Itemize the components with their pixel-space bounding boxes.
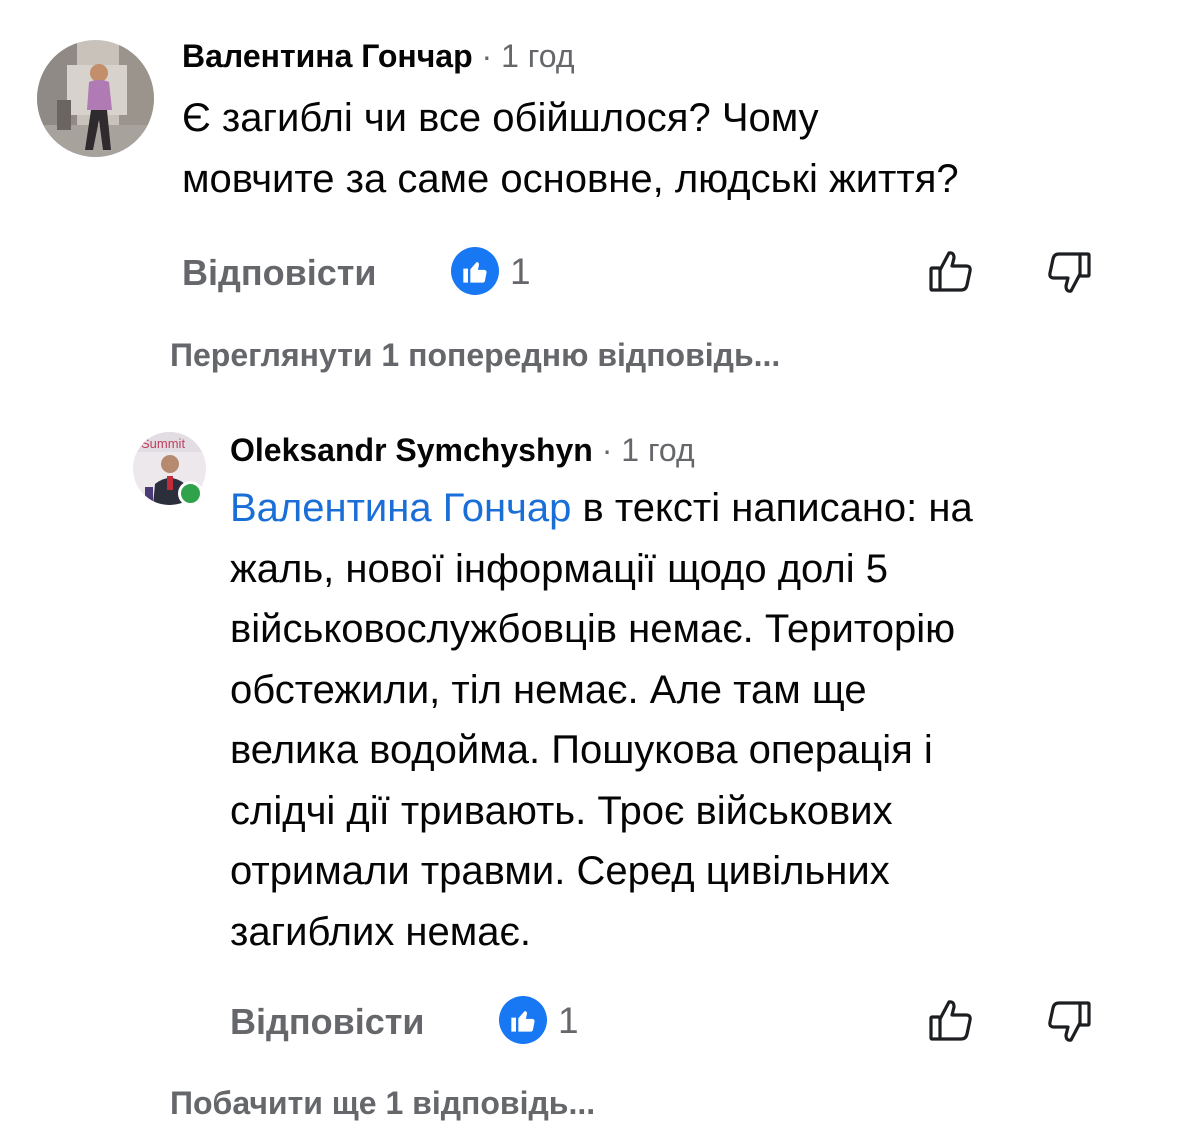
comment-header: Валентина Гончар · 1 год <box>182 38 575 75</box>
comment-text-fragment: в тексті написано: на <box>571 486 973 530</box>
view-previous-replies-link[interactable]: Переглянути 1 попередню відповідь... <box>170 337 780 374</box>
like-outline-icon[interactable] <box>927 996 975 1049</box>
like-badge-icon <box>451 247 499 295</box>
dislike-outline-icon[interactable] <box>1045 998 1093 1051</box>
dislike-outline-icon[interactable] <box>1045 249 1093 302</box>
separator-dot: · <box>601 432 613 468</box>
comment-text-line: жаль, нової інформації щодо долі 5 <box>230 546 888 591</box>
like-outline-icon[interactable] <box>927 247 975 300</box>
avatar[interactable] <box>37 40 154 157</box>
comment-text-line: слідчі дії тривають. Троє військових <box>230 788 893 833</box>
comment-header: Oleksandr Symchyshyn · 1 год <box>230 432 695 469</box>
reply-button[interactable]: Відповісти <box>182 252 377 294</box>
reply-button[interactable]: Відповісти <box>230 1001 425 1043</box>
comment-text-line: Валентина Гончар в тексті написано: на <box>230 478 973 539</box>
comment-text-line: отримали травми. Серед цивільних <box>230 849 890 893</box>
timestamp[interactable]: 1 год <box>621 432 694 468</box>
author-name[interactable]: Валентина Гончар <box>182 38 473 74</box>
comment-text-line: мовчите за саме основне, людські життя? <box>182 156 959 201</box>
comment-text: Є загиблі чи все обійшлося? Чому мовчите… <box>182 88 959 209</box>
author-name[interactable]: Oleksandr Symchyshyn <box>230 432 593 468</box>
view-more-replies-link[interactable]: Побачити ще 1 відповідь... <box>170 1085 595 1122</box>
comment-text-line: загиблих немає. <box>230 909 532 954</box>
comment-text: Валентина Гончар в тексті написано: на ж… <box>230 478 973 962</box>
mention-link[interactable]: Валентина Гончар <box>230 486 571 530</box>
like-count: 1 <box>510 251 531 292</box>
comment-text-line: обстежили, тіл немає. Але там ще <box>230 667 867 712</box>
comment-text-line: Є загиблі чи все обійшлося? Чому <box>182 96 819 140</box>
separator-dot: · <box>481 38 493 74</box>
online-status-dot <box>178 481 203 506</box>
comment-text-line: військовослужбовців немає. Територію <box>230 607 956 651</box>
comment-text-line: велика водойма. Пошукова операція і <box>230 728 933 772</box>
timestamp[interactable]: 1 год <box>501 38 574 74</box>
svg-text:Summit: Summit <box>141 436 185 451</box>
like-badge-icon <box>499 996 547 1044</box>
like-count: 1 <box>558 1000 579 1041</box>
